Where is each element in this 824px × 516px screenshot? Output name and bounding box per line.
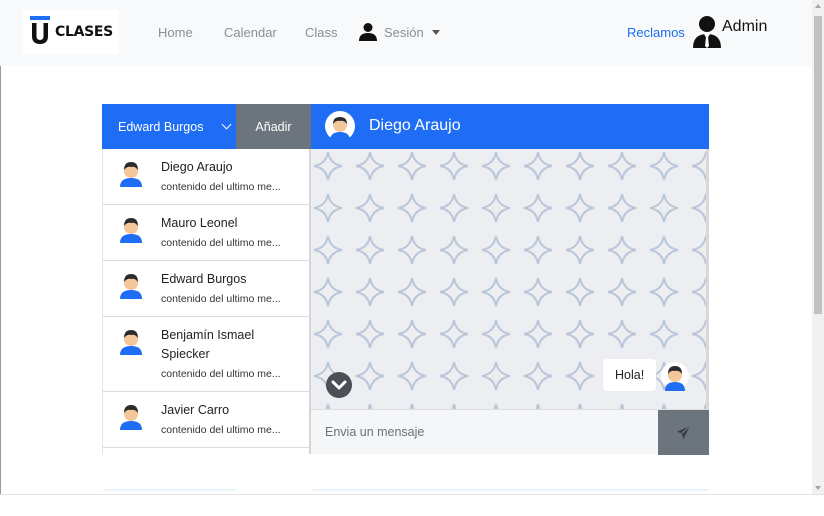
nav-class[interactable]: Class	[305, 25, 338, 40]
contact-preview: contenido del ultimo me...	[161, 424, 281, 436]
chat-panel: Edward Burgos Añadir Diego Araujo Diego …	[102, 104, 709, 455]
scroll-up-arrow-icon[interactable]	[815, 4, 821, 8]
contact-item[interactable]: Javier Carro contenido del ultimo me...	[103, 392, 309, 448]
chevron-down-icon	[221, 119, 232, 130]
contact-item[interactable]: Diego Araujo contenido del ultimo me...	[103, 149, 309, 205]
user-select[interactable]: Edward Burgos	[102, 104, 236, 149]
active-contact-name: Diego Araujo	[369, 117, 461, 134]
scrollbar-thumb[interactable]	[814, 16, 822, 314]
contact-name: Edward Burgos	[161, 272, 247, 286]
avatar	[120, 274, 142, 299]
avatar	[120, 162, 142, 187]
contact-item[interactable]: Benjamín Ismael Spiecker contenido del u…	[103, 317, 309, 392]
contact-preview: contenido del ultimo me...	[161, 237, 281, 249]
avatar	[120, 330, 142, 355]
contact-preview: contenido del ultimo me...	[161, 293, 281, 305]
nav-session-label: Sesión	[384, 24, 424, 40]
contact-preview: contenido del ultimo me...	[161, 181, 281, 193]
scroll-down-arrow-icon[interactable]	[815, 486, 821, 490]
page: CLASES Home Calendar Class Sesión Reclam…	[0, 0, 824, 516]
contact-name: Mauro Leonel	[161, 216, 238, 230]
brand-logo[interactable]: CLASES	[23, 10, 119, 54]
avatar	[120, 405, 142, 430]
send-button[interactable]	[658, 410, 709, 455]
contact-name: Javier Carro	[161, 403, 230, 417]
page-scrollbar[interactable]	[812, 0, 824, 494]
navbar: CLASES Home Calendar Class Sesión Reclam…	[0, 0, 812, 66]
contact-item[interactable]: Mauro Leonel contenido del ultimo me...	[103, 205, 309, 261]
message-area: Hola!	[311, 149, 709, 409]
contact-list: Diego Araujo contenido del ultimo me... …	[102, 149, 309, 454]
window-edge	[0, 66, 1, 494]
brand-u-icon	[30, 16, 50, 44]
message-bubble: Hola!	[603, 359, 657, 391]
caret-down-icon	[431, 29, 440, 35]
next-card-edge	[103, 489, 236, 491]
brand-text: CLASES	[55, 24, 113, 40]
contact-avatar	[325, 111, 355, 141]
contact-name: Diego Araujo	[161, 160, 233, 174]
contacts-header: Edward Burgos Añadir	[102, 104, 311, 149]
user-select-value: Edward Burgos	[118, 119, 204, 134]
nav-calendar[interactable]: Calendar	[224, 25, 277, 40]
nav-session-dropdown[interactable]: Sesión	[358, 20, 440, 44]
contact-preview: contenido del ultimo me...	[161, 368, 281, 380]
send-icon	[676, 425, 691, 440]
add-button[interactable]: Añadir	[236, 104, 311, 149]
contact-item[interactable]: Edward Burgos contenido del ultimo me...	[103, 261, 309, 317]
message-avatar	[661, 362, 689, 391]
nav-home[interactable]: Home	[158, 25, 193, 40]
admin-label[interactable]: Admin	[722, 18, 767, 36]
chevron-down-icon	[331, 380, 347, 390]
admin-avatar-icon[interactable]	[692, 16, 722, 48]
message-input[interactable]	[311, 410, 658, 454]
scroll-to-bottom-button[interactable]	[326, 372, 352, 398]
message-composer	[311, 409, 709, 455]
nav-reclamos[interactable]: Reclamos	[627, 25, 685, 40]
avatar	[120, 218, 142, 243]
window-bottom-edge	[0, 494, 824, 516]
next-card-edge	[312, 489, 709, 491]
contact-name: Benjamín Ismael Spiecker	[161, 328, 255, 361]
user-icon	[359, 23, 377, 41]
conversation-header: Diego Araujo	[311, 104, 709, 149]
